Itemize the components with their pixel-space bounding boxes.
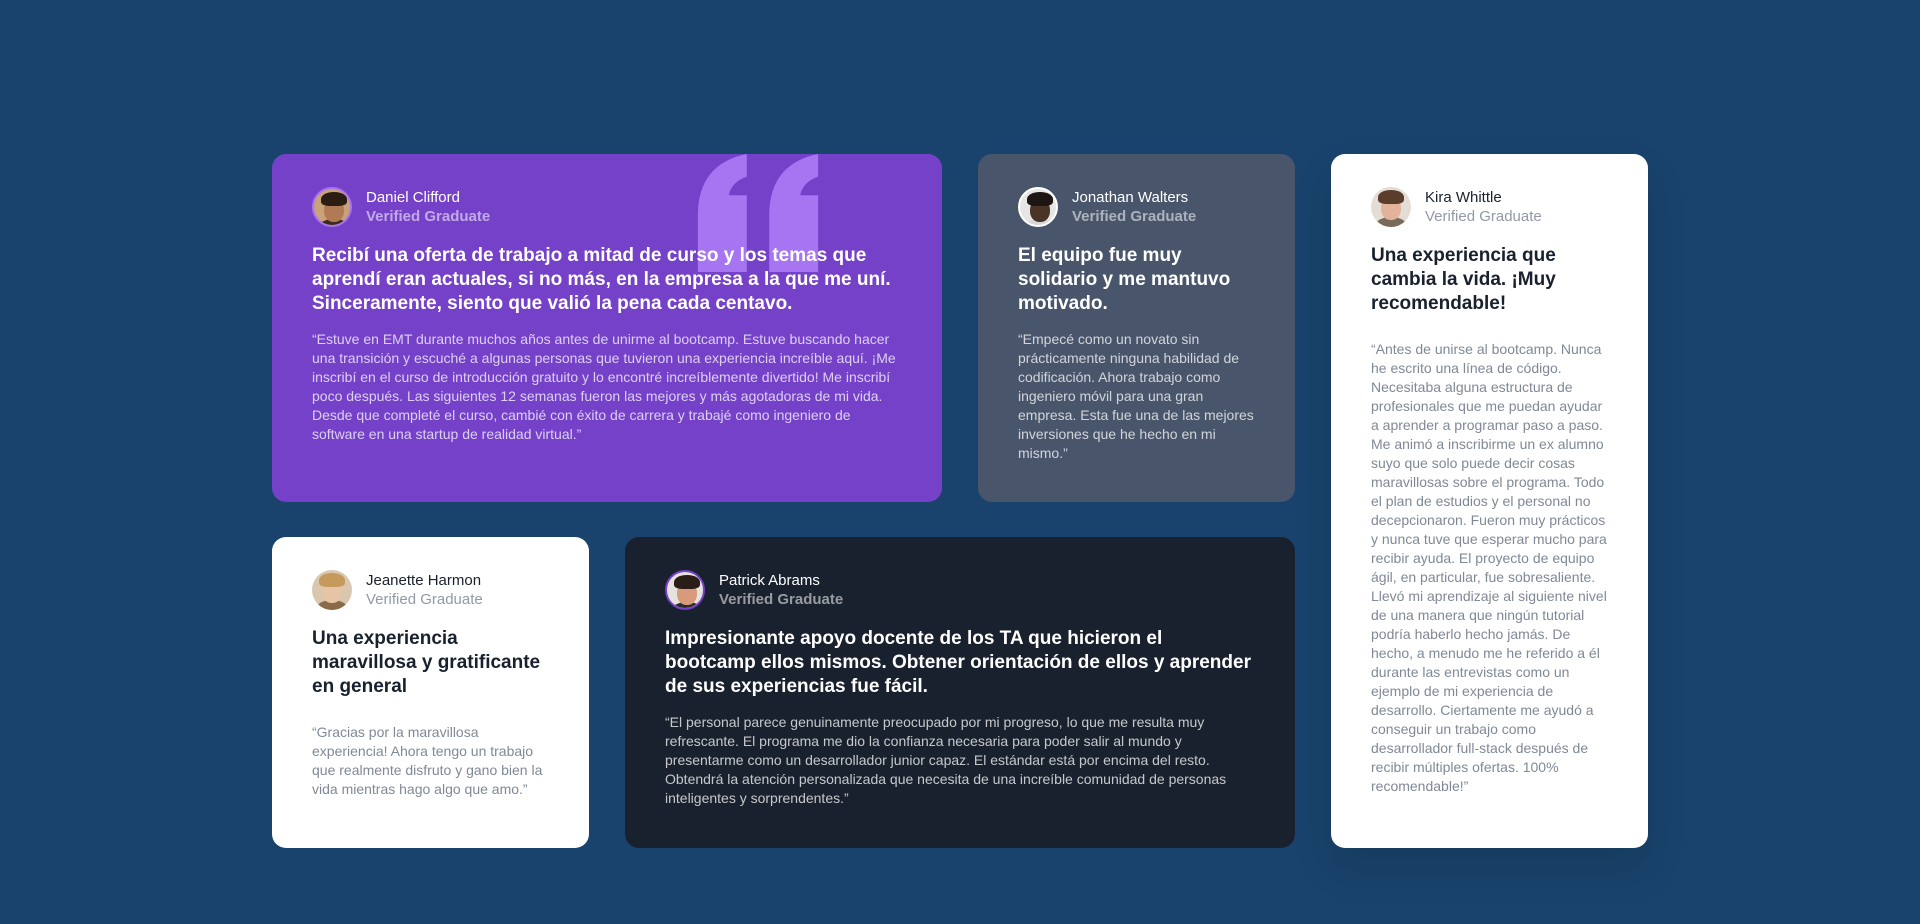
author-name: Daniel Clifford (366, 189, 460, 206)
testimonial-headline: El equipo fue muy solidario y me mantuvo… (1018, 245, 1231, 314)
avatar (1018, 187, 1058, 227)
author-role: Verified Graduate (1425, 208, 1542, 225)
testimonial-card-kira: Kira Whittle Verified Graduate Una exper… (1331, 154, 1648, 848)
testimonial-header: Patrick Abrams Verified Graduate (665, 567, 1255, 613)
testimonial-headline: Una experiencia maravillosa y gratifican… (312, 628, 541, 697)
testimonial-body: “Estuve en EMT durante muchos años antes… (312, 331, 896, 442)
testimonial-header: Jeanette Harmon Verified Graduate (312, 567, 549, 613)
author-role: Verified Graduate (1072, 208, 1197, 225)
testimonial-card-patrick: Patrick Abrams Verified Graduate Impresi… (625, 537, 1295, 848)
author-name: Jeanette Harmon (366, 572, 482, 589)
author-role: Verified Graduate (366, 208, 491, 225)
testimonial-body: “El personal parece genuinamente preocup… (665, 714, 1227, 806)
avatar (1371, 187, 1411, 227)
testimonial-body: “Antes de unirse al bootcamp. Nunca he e… (1371, 341, 1607, 794)
testimonial-header: Daniel Clifford Verified Graduate (312, 184, 902, 230)
author-role: Verified Graduate (366, 591, 483, 608)
author-name: Jonathan Walters (1072, 189, 1189, 206)
testimonial-header: Jonathan Walters Verified Graduate (1018, 184, 1255, 230)
testimonial-headline: Impresionante apoyo docente de los TA qu… (665, 628, 1251, 697)
testimonial-headline: Una experiencia que cambia la vida. ¡Muy… (1371, 245, 1556, 314)
testimonial-card-jeanette: Jeanette Harmon Verified Graduate Una ex… (272, 537, 589, 848)
avatar (312, 570, 352, 610)
author-role: Verified Graduate (719, 591, 844, 608)
avatar (312, 187, 352, 227)
author-name: Patrick Abrams (719, 572, 820, 589)
testimonial-header: Kira Whittle Verified Graduate (1371, 184, 1608, 230)
testimonial-body: “Empecé como un novato sin prácticamente… (1018, 331, 1254, 461)
avatar (665, 570, 705, 610)
testimonial-card-jonathan: Jonathan Walters Verified Graduate El eq… (978, 154, 1295, 502)
author-name: Kira Whittle (1425, 189, 1502, 206)
testimonial-body: “Gracias por la maravillosa experiencia!… (312, 724, 543, 797)
testimonial-headline: Recibí una oferta de trabajo a mitad de … (312, 245, 891, 314)
testimonials-grid: Daniel Clifford Verified Graduate Recibí… (272, 154, 1648, 848)
testimonial-card-daniel: Daniel Clifford Verified Graduate Recibí… (272, 154, 942, 502)
